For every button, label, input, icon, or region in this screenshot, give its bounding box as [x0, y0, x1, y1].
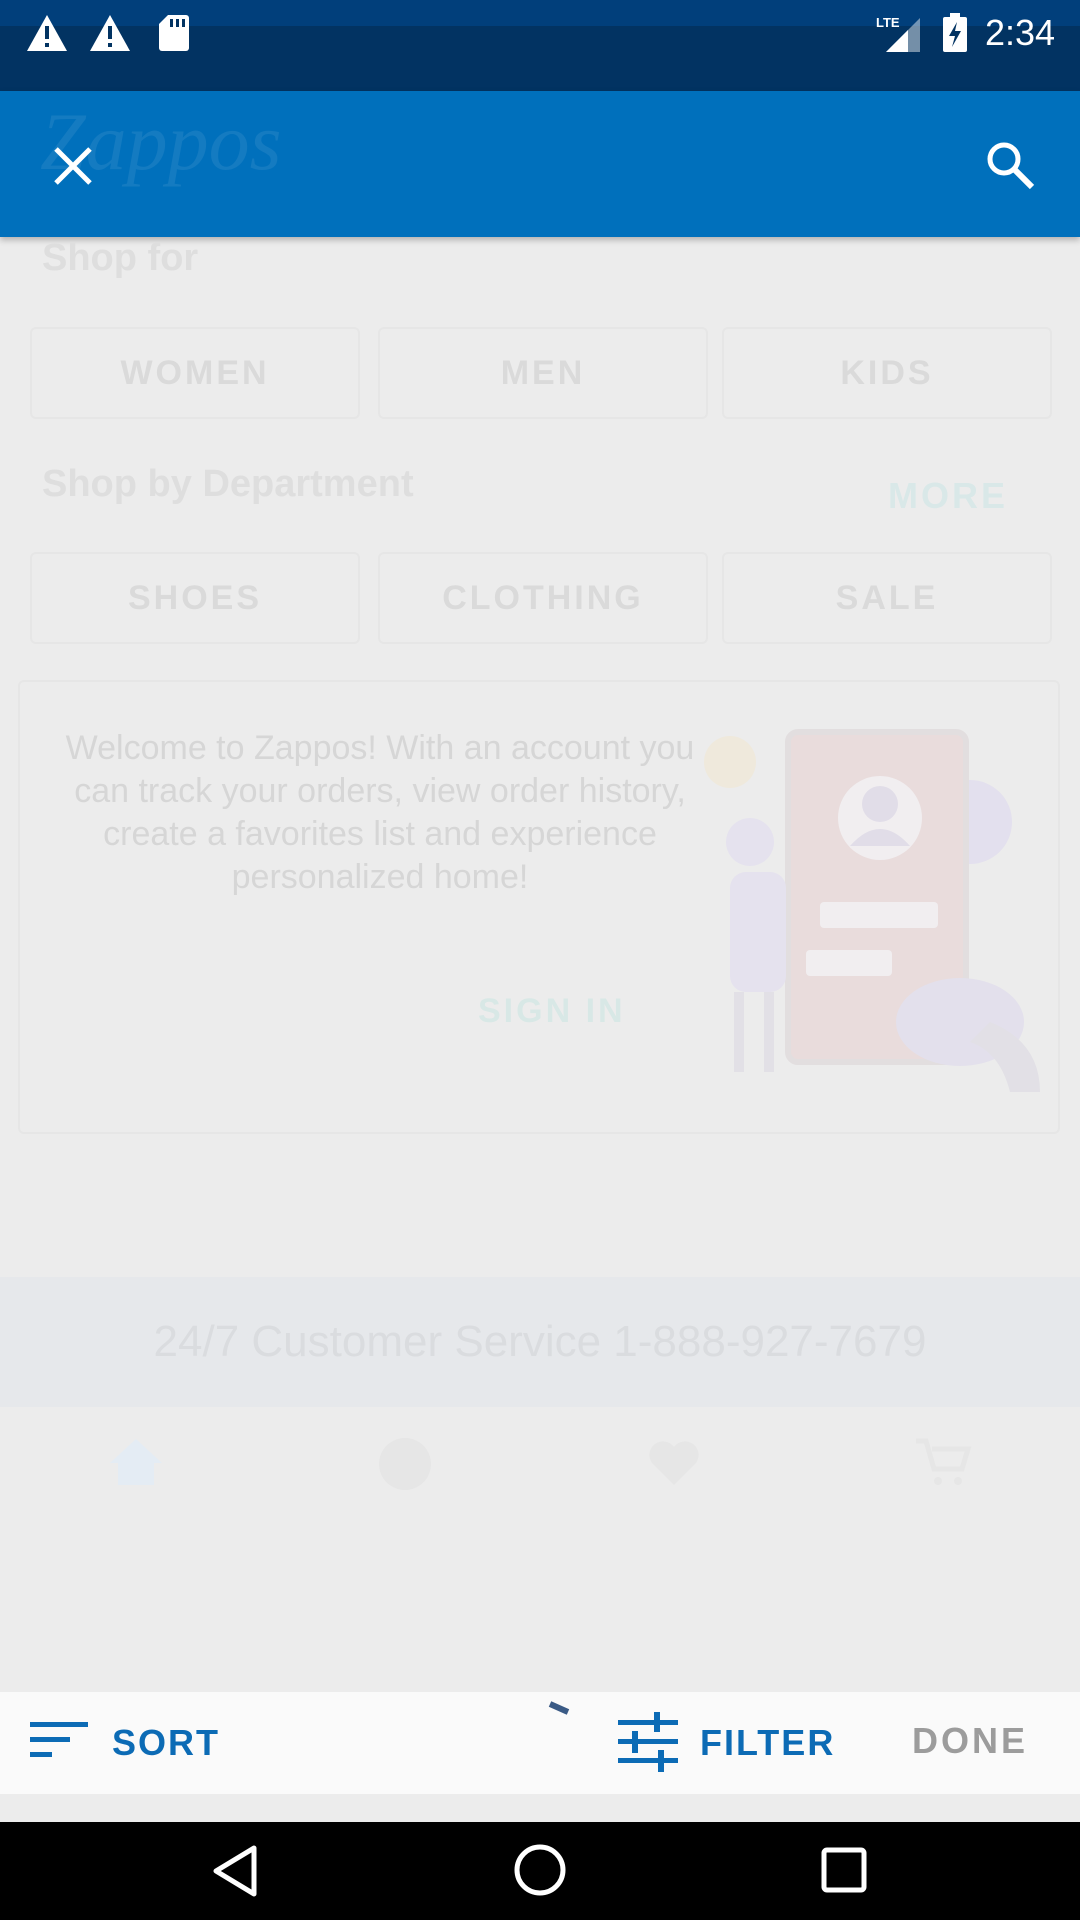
status-time: 2:34	[985, 12, 1056, 53]
welcome-card: Welcome to Zappos! With an account you c…	[18, 680, 1060, 1134]
more-link: MORE	[888, 475, 1008, 516]
battery-charging-icon	[943, 13, 967, 52]
bottom-spacer	[0, 1794, 1080, 1822]
cart-nav-icon	[916, 1438, 972, 1485]
search-icon[interactable]	[980, 135, 1042, 197]
back-icon[interactable]	[210, 1844, 260, 1898]
account-illustration	[704, 729, 1040, 1092]
sort-icon[interactable]	[30, 1718, 92, 1762]
app-toolbar: Zappos	[0, 91, 1080, 237]
shop-for-kids: KIDS	[722, 327, 1052, 419]
welcome-text: Welcome to Zappos! With an account you c…	[65, 729, 695, 896]
system-nav-bar	[0, 1822, 1080, 1920]
department-clothing: CLOTHING	[378, 552, 708, 644]
recents-icon[interactable]	[820, 1846, 868, 1894]
shop-for-women: WOMEN	[30, 327, 360, 419]
department-sale: SALE	[722, 552, 1052, 644]
account-nav-icon	[379, 1438, 431, 1490]
favorites-nav-icon	[649, 1441, 699, 1485]
loading-spinner-icon	[548, 1701, 570, 1715]
customer-service-banner: 24/7 Customer Service 1-888-927-7679	[0, 1277, 1080, 1407]
filter-icon[interactable]	[618, 1712, 680, 1772]
shop-for-title: Shop for	[42, 237, 199, 279]
sort-button[interactable]: SORT	[112, 1722, 220, 1764]
shop-for-men: MEN	[378, 327, 708, 419]
department-title: Shop by Department	[42, 463, 414, 505]
close-icon[interactable]	[42, 135, 104, 197]
sort-filter-bar: SORT FILTER DONE	[0, 1692, 1080, 1794]
done-button[interactable]: DONE	[912, 1720, 1028, 1762]
svg-text:LTE: LTE	[876, 15, 900, 30]
home-nav-icon	[110, 1439, 162, 1485]
filter-button[interactable]: FILTER	[700, 1722, 835, 1764]
warning-icon	[90, 15, 130, 51]
sign-in-link: SIGN IN	[478, 992, 626, 1030]
lte-signal-icon: LTE	[876, 14, 922, 59]
status-bar: LTE 2:34	[0, 0, 1080, 91]
warning-icon	[27, 15, 67, 51]
department-shoes: SHOES	[30, 552, 360, 644]
home-icon[interactable]	[512, 1842, 568, 1898]
sd-card-icon	[159, 15, 189, 51]
